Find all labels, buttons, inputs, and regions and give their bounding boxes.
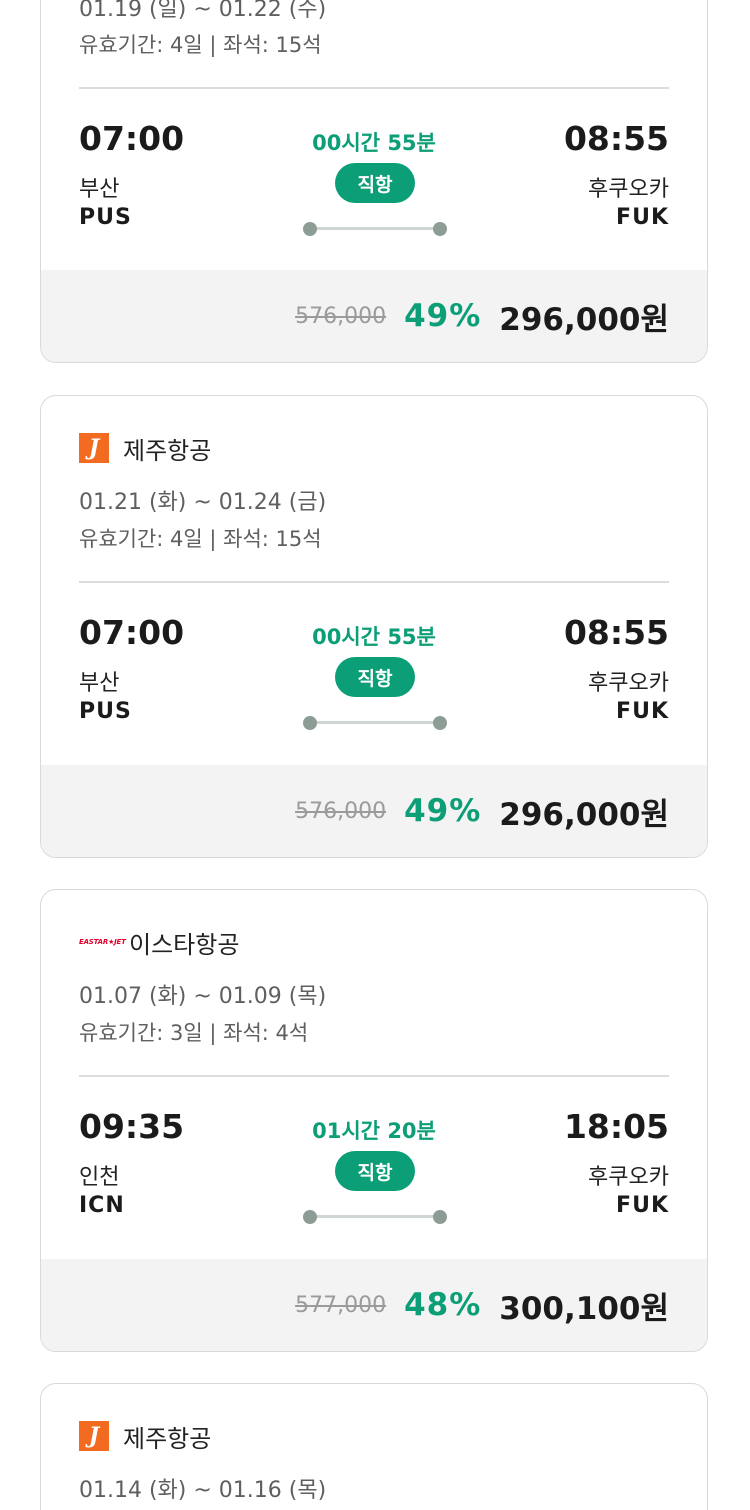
arrival-city: 후쿠오카 (588, 177, 669, 202)
price-bar: 576,000 49% 296,000원 (41, 270, 707, 362)
departure-city: 부산 (79, 671, 120, 696)
direct-flight-badge: 직항 (335, 657, 415, 697)
validity-seats: 유효기간: 4일 | 좌석: 15석 (79, 33, 322, 57)
arrival-code: FUK (616, 699, 669, 724)
departure-code: ICN (79, 1193, 125, 1218)
travel-dates: 01.19 (일) ~ 01.22 (수) (79, 0, 327, 22)
jeju-air-logo-icon: J (79, 1421, 109, 1451)
final-price: 296,000원 (499, 796, 669, 833)
travel-dates: 01.14 (화) ~ 01.16 (목) (79, 1478, 327, 1503)
airline-name: 이스타항공 (129, 930, 240, 959)
direct-flight-badge: 직항 (335, 1151, 415, 1191)
travel-dates: 01.21 (화) ~ 01.24 (금) (79, 490, 327, 515)
airline-row: J 제주항공 (79, 432, 212, 465)
arrival-time: 08:55 (563, 119, 669, 158)
airline-name: 제주항공 (123, 1424, 212, 1453)
departure-dot-icon (303, 222, 317, 236)
flight-card[interactable]: J 제주항공 01.14 (화) ~ 01.16 (목) (40, 1383, 708, 1510)
departure-dot-icon (303, 1210, 317, 1224)
route-line (309, 721, 441, 724)
arrival-city: 후쿠오카 (588, 671, 669, 696)
departure-code: PUS (79, 699, 132, 724)
divider (79, 581, 669, 583)
flight-card[interactable]: EASTAR★JET 이스타항공 01.07 (화) ~ 01.09 (목) 유… (40, 889, 708, 1352)
arrival-code: FUK (616, 205, 669, 230)
discount-rate: 49% (404, 298, 482, 334)
divider (79, 1075, 669, 1077)
validity-seats: 유효기간: 4일 | 좌석: 15석 (79, 527, 322, 551)
travel-dates: 01.07 (화) ~ 01.09 (목) (79, 984, 327, 1009)
original-price: 576,000 (295, 798, 387, 824)
departure-city: 부산 (79, 177, 120, 202)
validity-seats: 유효기간: 3일 | 좌석: 4석 (79, 1021, 309, 1045)
flight-card[interactable]: 01.19 (일) ~ 01.22 (수) 유효기간: 4일 | 좌석: 15석… (40, 0, 708, 363)
jeju-air-logo-icon: J (79, 433, 109, 463)
price-bar: 576,000 49% 296,000원 (41, 765, 707, 857)
flight-card[interactable]: J 제주항공 01.21 (화) ~ 01.24 (금) 유효기간: 4일 | … (40, 395, 708, 858)
departure-code: PUS (79, 205, 132, 230)
arrival-code: FUK (616, 1193, 669, 1218)
departure-dot-icon (303, 716, 317, 730)
final-price: 300,100원 (499, 1290, 669, 1327)
final-price: 296,000원 (499, 301, 669, 338)
arrival-time: 08:55 (563, 613, 669, 652)
airline-name: 제주항공 (123, 436, 212, 465)
departure-city: 인천 (79, 1165, 120, 1190)
route-line (309, 227, 441, 230)
discount-rate: 48% (404, 1287, 482, 1323)
eastar-jet-logo-icon: EASTAR★JET (79, 938, 126, 946)
original-price: 577,000 (295, 1292, 387, 1318)
arrival-dot-icon (433, 716, 447, 730)
discount-rate: 49% (404, 793, 482, 829)
arrival-dot-icon (433, 1210, 447, 1224)
airline-row: EASTAR★JET 이스타항공 (79, 926, 240, 959)
divider (79, 87, 669, 89)
direct-flight-badge: 직항 (335, 163, 415, 203)
arrival-time: 18:05 (563, 1107, 669, 1146)
airline-row: J 제주항공 (79, 1420, 212, 1453)
original-price: 576,000 (295, 303, 387, 329)
arrival-dot-icon (433, 222, 447, 236)
price-bar: 577,000 48% 300,100원 (41, 1259, 707, 1351)
route-line (309, 1215, 441, 1218)
arrival-city: 후쿠오카 (588, 1165, 669, 1190)
